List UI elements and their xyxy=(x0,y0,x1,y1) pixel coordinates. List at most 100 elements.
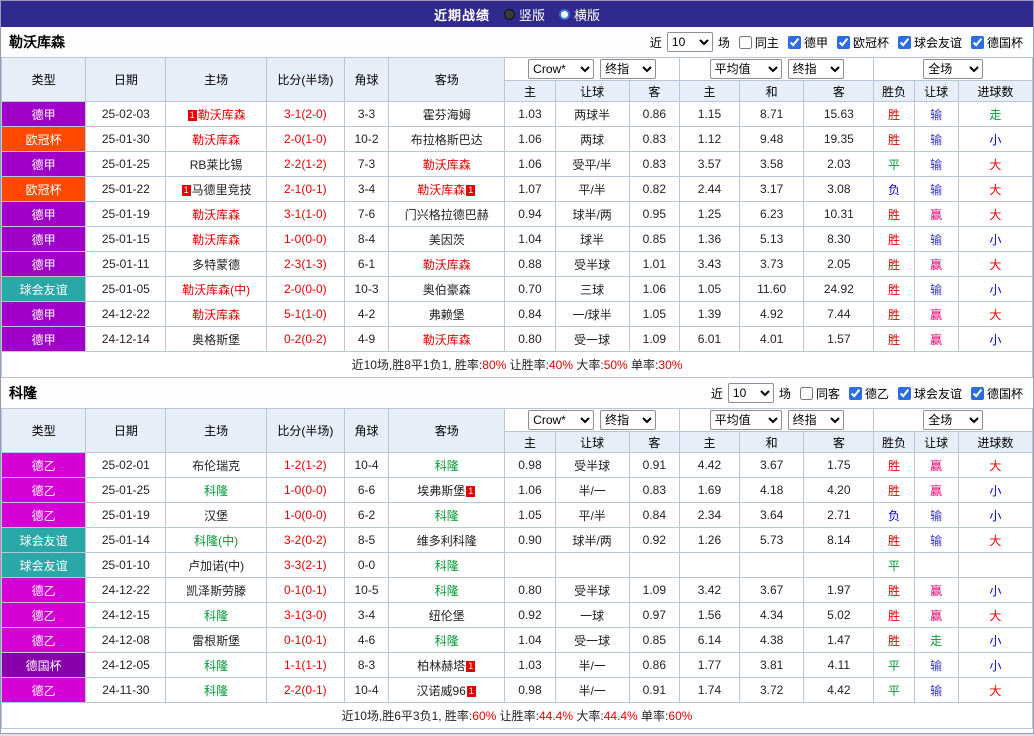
home-team: 奥格斯堡 xyxy=(166,327,266,352)
league-filter-checkbox[interactable] xyxy=(898,36,911,49)
ah-away-odds: 0.85 xyxy=(629,628,679,653)
corners: 10-5 xyxy=(344,578,388,603)
odds-company-select[interactable]: Crow* xyxy=(528,59,594,79)
sub-column-header: 进球数 xyxy=(958,81,1032,102)
away-team: 埃弗斯堡1 xyxy=(389,478,505,503)
league-filter-checkbox[interactable] xyxy=(971,36,984,49)
league-filter-checkbox[interactable] xyxy=(788,36,801,49)
summary-label: 单率: xyxy=(638,709,669,723)
euro-odds-source-select[interactable]: 平均值 xyxy=(710,410,782,430)
home-team: 汉堡 xyxy=(166,503,266,528)
league-type-badge: 德乙 xyxy=(2,628,86,653)
match-count-select[interactable]: 10 xyxy=(728,383,774,403)
ah-away-odds: 0.83 xyxy=(629,478,679,503)
same-venue-checkbox[interactable] xyxy=(800,387,813,400)
near-label: 近 xyxy=(650,34,662,51)
avg-draw-odds: 3.81 xyxy=(740,653,804,678)
match-row: 德乙24-12-22凯泽斯劳滕0-1(0-1)10-5科隆0.80受半球1.09… xyxy=(2,578,1033,603)
odds-company-select[interactable]: Crow* xyxy=(528,410,594,430)
ah-line: 平/半 xyxy=(555,503,629,528)
avg-draw-odds: 4.01 xyxy=(740,327,804,352)
league-filter-checkbox[interactable] xyxy=(849,387,862,400)
ah-away-odds: 1.06 xyxy=(629,277,679,302)
scope-select[interactable]: 全场 xyxy=(923,59,983,79)
layout-radio-vertical[interactable]: 竖版 xyxy=(504,5,545,24)
match-date: 25-01-30 xyxy=(86,127,166,152)
ah-away-odds: 1.05 xyxy=(629,302,679,327)
euro-odds-header-cell: 平均值终指 xyxy=(679,409,874,432)
home-team: 凯泽斯劳滕 xyxy=(166,578,266,603)
result-win-draw-loss: 胜 xyxy=(874,202,914,227)
league-filter-checkbox[interactable] xyxy=(898,387,911,400)
ah-line: 球半/两 xyxy=(555,528,629,553)
league-type-badge: 德乙 xyxy=(2,453,86,478)
column-header: 比分(半场) xyxy=(266,58,344,102)
team-section: 科隆近10场同客德乙球会友谊德国杯类型日期主场比分(半场)角球客场Crow*终指… xyxy=(1,378,1033,729)
home-team: RB莱比锡 xyxy=(166,152,266,177)
league-type-badge: 球会友谊 xyxy=(2,553,86,578)
avg-draw-odds: 9.48 xyxy=(740,127,804,152)
league-filter-checkbox[interactable] xyxy=(837,36,850,49)
avg-home-odds: 1.12 xyxy=(679,127,739,152)
radio-selected-icon[interactable] xyxy=(504,9,515,20)
home-team-label: 马德里竞技 xyxy=(192,183,252,197)
match-row: 球会友谊25-01-10卢加诺(中)3-3(2-1)0-0科隆平 xyxy=(2,553,1033,578)
odds-stage-select[interactable]: 终指 xyxy=(600,410,656,430)
home-team-label: 勒沃库森 xyxy=(192,208,240,222)
avg-away-odds: 1.97 xyxy=(804,578,874,603)
sub-column-header: 主 xyxy=(505,432,555,453)
ah-home-odds: 1.05 xyxy=(505,503,555,528)
match-row: 球会友谊25-01-14科隆(中)3-2(0-2)8-5维多利科隆0.90球半/… xyxy=(2,528,1033,553)
score: 3-1(3-0) xyxy=(266,603,344,628)
result-win-draw-loss: 胜 xyxy=(874,478,914,503)
league-filter-label: 德乙 xyxy=(865,385,889,402)
away-team: 门兴格拉德巴赫 xyxy=(389,202,505,227)
odds-stage-select[interactable]: 终指 xyxy=(600,59,656,79)
avg-home-odds: 6.14 xyxy=(679,628,739,653)
result-win-draw-loss: 平 xyxy=(874,678,914,703)
sub-column-header: 主 xyxy=(679,432,739,453)
summary-value: 44.4% xyxy=(604,709,638,723)
away-team: 科隆 xyxy=(389,453,505,478)
match-count-select[interactable]: 10 xyxy=(667,32,713,52)
league-filter-checkbox[interactable] xyxy=(971,387,984,400)
column-header: 比分(半场) xyxy=(266,409,344,453)
ah-away-odds xyxy=(629,553,679,578)
match-row: 德甲25-01-11多特蒙德2-3(1-3)6-1勒沃库森0.88受半球1.01… xyxy=(2,252,1033,277)
euro-odds-source-select[interactable]: 平均值 xyxy=(710,59,782,79)
scope-select[interactable]: 全场 xyxy=(923,410,983,430)
same-venue-label: 同主 xyxy=(755,34,779,51)
same-venue-checkbox[interactable] xyxy=(739,36,752,49)
avg-draw-odds: 4.18 xyxy=(740,478,804,503)
away-team: 汉诺威961 xyxy=(389,678,505,703)
league-type-badge: 德甲 xyxy=(2,327,86,352)
ah-away-odds: 0.91 xyxy=(629,453,679,478)
ah-line: 受半球 xyxy=(555,453,629,478)
home-team-label: 汉堡 xyxy=(204,509,228,523)
summary-value: 60% xyxy=(668,709,692,723)
corners: 0-0 xyxy=(344,553,388,578)
result-win-draw-loss: 胜 xyxy=(874,277,914,302)
result-handicap: 输 xyxy=(914,102,958,127)
ah-away-odds: 0.97 xyxy=(629,603,679,628)
avg-home-odds: 1.05 xyxy=(679,277,739,302)
away-team: 维多利科隆 xyxy=(389,528,505,553)
layout-radio-horizontal[interactable]: 横版 xyxy=(559,5,600,24)
avg-draw-odds: 3.58 xyxy=(740,152,804,177)
avg-away-odds: 8.14 xyxy=(804,528,874,553)
summary-label: 近10场,胜6平3负1, 胜率: xyxy=(342,709,473,723)
column-header: 主场 xyxy=(166,409,266,453)
euro-odds-stage-select[interactable]: 终指 xyxy=(788,59,844,79)
away-team: 纽伦堡 xyxy=(389,603,505,628)
ah-home-odds: 1.06 xyxy=(505,152,555,177)
euro-odds-stage-select[interactable]: 终指 xyxy=(788,410,844,430)
avg-home-odds: 1.56 xyxy=(679,603,739,628)
avg-draw-odds: 4.92 xyxy=(740,302,804,327)
home-team-label: 凯泽斯劳滕 xyxy=(186,584,246,598)
avg-away-odds: 1.75 xyxy=(804,453,874,478)
summary-text: 近10场,胜6平3负1, 胜率:60% 让胜率:44.4% 大率:44.4% 单… xyxy=(2,703,1033,729)
page-title: 近期战绩 xyxy=(434,5,490,24)
radio-unselected-icon[interactable] xyxy=(559,9,570,20)
sub-column-header: 让球 xyxy=(555,432,629,453)
sub-column-header: 胜负 xyxy=(874,81,914,102)
